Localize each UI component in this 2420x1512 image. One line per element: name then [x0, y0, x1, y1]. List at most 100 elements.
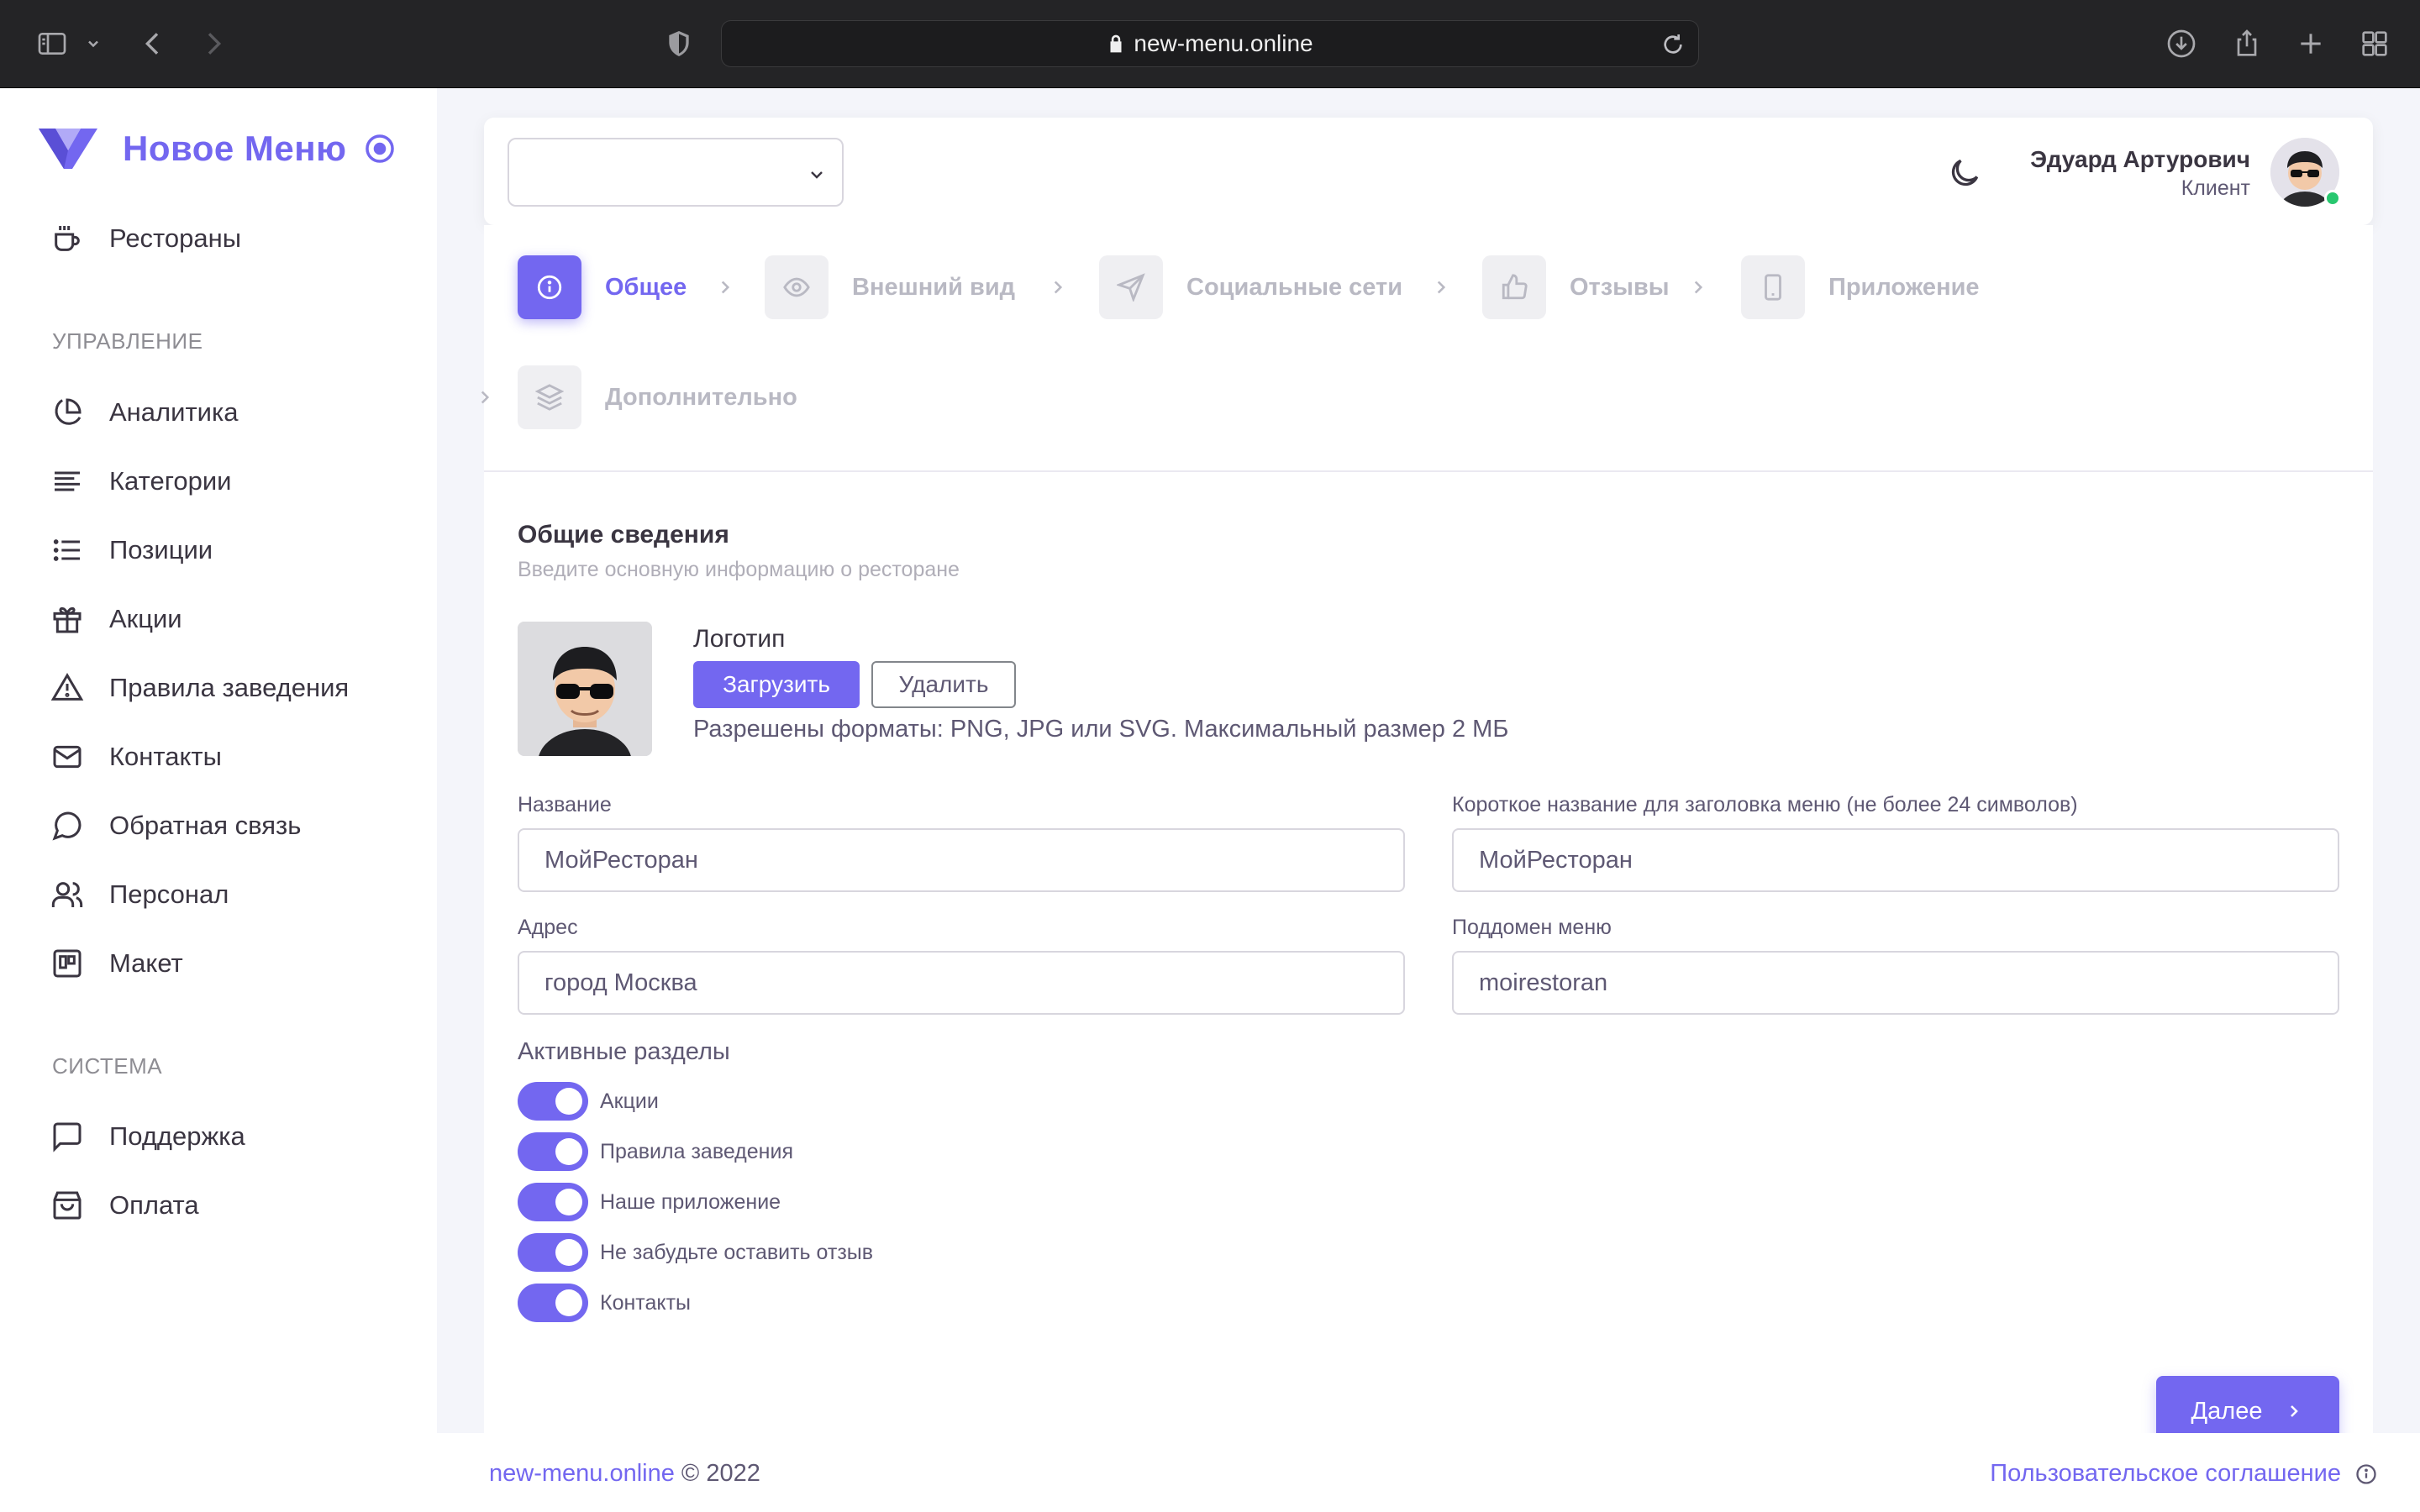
toggle-switch[interactable]	[518, 1082, 588, 1121]
user-agreement-link[interactable]: Пользовательское соглашение	[1990, 1460, 2378, 1488]
divider	[484, 470, 2373, 472]
section-toggle-rules[interactable]: Правила заведения	[518, 1132, 793, 1171]
sidebar-item-support[interactable]: Поддержка	[50, 1116, 420, 1158]
toggle-switch[interactable]	[518, 1183, 588, 1221]
moon-icon[interactable]	[1946, 155, 1983, 192]
toggle-label: Не забудьте оставить отзыв	[600, 1240, 874, 1264]
next-button-label: Далее	[2191, 1397, 2263, 1425]
brand-name: Новое Меню	[123, 129, 347, 168]
logo-title: Логотип	[693, 625, 786, 653]
tab-label: Социальные сети	[1186, 273, 1403, 301]
sidebar-item-staff[interactable]: Персонал	[50, 874, 420, 916]
lock-icon	[1110, 34, 1122, 53]
sidebar-item-label: Поддержка	[109, 1121, 245, 1151]
message-square-icon	[53, 1122, 82, 1152]
privacy-shield-icon[interactable]	[660, 25, 697, 62]
sidebar-item-feedback[interactable]: Обратная связь	[50, 805, 420, 847]
toggle-switch[interactable]	[518, 1233, 588, 1272]
chevron-right-icon	[481, 391, 490, 404]
sidebar-item-positions[interactable]: Позиции	[50, 529, 420, 571]
tab-additional[interactable]: Дополнительно	[518, 365, 797, 429]
address-label: Адрес	[518, 916, 578, 939]
section-toggle-app[interactable]: Наше приложение	[518, 1183, 781, 1221]
logo-hint: Разрешены форматы: PNG, JPG или SVG. Мак…	[693, 716, 1509, 743]
footer-year: © 2022	[681, 1460, 760, 1487]
back-icon[interactable]	[134, 25, 171, 62]
restaurant-select[interactable]	[508, 138, 844, 207]
footer-site-link[interactable]: new-menu.online	[489, 1460, 675, 1487]
chevron-right-icon	[1054, 281, 1063, 294]
address-bar[interactable]: new-menu.online	[721, 20, 1699, 67]
name-field[interactable]: МойРесторан	[518, 828, 1405, 892]
short-name-field[interactable]: МойРесторан	[1452, 828, 2339, 892]
chevron-down-icon[interactable]	[81, 25, 106, 62]
active-sections-title: Активные разделы	[518, 1038, 730, 1065]
url-text: new-menu.online	[1134, 30, 1313, 56]
reload-icon[interactable]	[1660, 31, 1686, 58]
gift-icon	[53, 606, 82, 633]
section-title: Общие сведения	[518, 521, 729, 549]
settings-card: Общее Внешний вид Социальные сети Отзывы…	[481, 225, 2373, 1446]
chevron-right-icon	[2291, 1405, 2299, 1417]
share-icon[interactable]	[2228, 25, 2265, 62]
brand-logo-icon	[39, 129, 97, 169]
message-circle-icon	[52, 811, 82, 841]
tab-overview-icon[interactable]	[2356, 25, 2393, 62]
brand[interactable]: Новое Меню	[37, 125, 396, 172]
smartphone-icon	[1765, 274, 1781, 301]
align-left-icon	[55, 471, 80, 491]
section-toggle-promotions[interactable]: Акции	[518, 1082, 659, 1121]
section-toggle-contacts[interactable]: Контакты	[518, 1284, 691, 1322]
header-bar: Эдуард Артурович Клиент	[484, 118, 2373, 225]
logo-person-image	[518, 622, 652, 756]
new-tab-icon[interactable]	[2292, 25, 2329, 62]
tab-label: Отзывы	[1570, 273, 1670, 301]
sidebar-item-promotions[interactable]: Акции	[50, 598, 420, 640]
shopping-bag-icon	[53, 1191, 82, 1220]
chevron-right-icon	[1694, 281, 1703, 294]
section-toggle-review[interactable]: Не забудьте оставить отзыв	[518, 1233, 873, 1272]
download-icon[interactable]	[2163, 25, 2200, 62]
sidebar-item-categories[interactable]: Категории	[50, 460, 420, 502]
users-icon	[51, 882, 83, 907]
sidebar-item-label: Акции	[109, 604, 182, 633]
subdomain-field[interactable]: moirestoran	[1452, 951, 2339, 1015]
delete-button[interactable]: Удалить	[871, 661, 1016, 708]
forward-icon[interactable]	[195, 25, 232, 62]
user-agreement-label: Пользовательское соглашение	[1990, 1460, 2341, 1487]
toggle-label: Наше приложение	[600, 1189, 781, 1214]
chevron-down-icon	[811, 171, 823, 179]
sidebar-item-payment[interactable]: Оплата	[50, 1184, 420, 1226]
sidebar-item-label: Контакты	[109, 742, 222, 771]
toggle-switch[interactable]	[518, 1132, 588, 1171]
toggle-label: Контакты	[600, 1290, 691, 1315]
sidebar-item-label: Персонал	[109, 879, 229, 909]
coffee-cup-icon	[55, 226, 80, 251]
tab-social[interactable]: Социальные сети	[1099, 255, 1402, 319]
tab-appearance[interactable]: Внешний вид	[765, 255, 1015, 319]
sidebar: Новое Меню Рестораны УПРАВЛЕНИЕ Аналитик…	[0, 88, 437, 1512]
toggle-switch[interactable]	[518, 1284, 588, 1322]
online-status-dot	[2324, 190, 2341, 207]
tab-app[interactable]: Приложение	[1741, 255, 1980, 319]
tab-general[interactable]: Общее	[518, 255, 687, 319]
user-name[interactable]: Эдуард Артурович	[2030, 146, 2250, 173]
sidebar-item-rules[interactable]: Правила заведения	[50, 667, 420, 709]
tab-reviews[interactable]: Отзывы	[1482, 255, 1670, 319]
tab-label: Общее	[605, 273, 687, 301]
address-field[interactable]: город Москва	[518, 951, 1405, 1015]
toggle-label: Правила заведения	[600, 1139, 793, 1163]
sidebar-item-restaurants[interactable]: Рестораны	[50, 218, 420, 260]
sidebar-item-contacts[interactable]: Контакты	[50, 736, 420, 778]
subdomain-label: Поддомен меню	[1452, 916, 1612, 939]
section-label-system: СИСТЕМА	[52, 1053, 163, 1079]
sidebar-item-analytics[interactable]: Аналитика	[50, 391, 420, 433]
upload-button[interactable]: Загрузить	[693, 661, 860, 708]
eye-icon	[783, 277, 810, 297]
chevron-right-icon	[1437, 281, 1446, 294]
sidebar-item-label: Аналитика	[109, 397, 239, 427]
sidebar-toggle-icon[interactable]	[34, 25, 71, 62]
footer: new-menu.online © 2022 Пользовательское …	[437, 1433, 2420, 1512]
sidebar-item-layout[interactable]: Макет	[50, 942, 420, 984]
target-circle-icon[interactable]	[364, 133, 396, 165]
